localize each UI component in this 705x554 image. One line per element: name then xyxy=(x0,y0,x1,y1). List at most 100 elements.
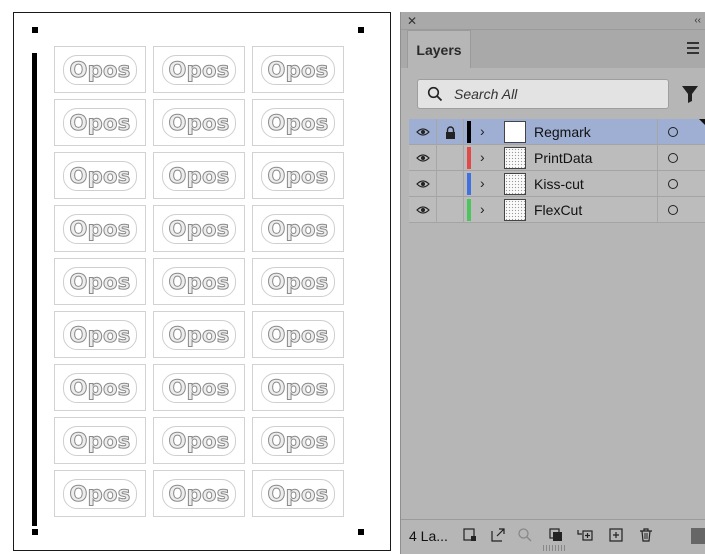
expand-chevron-icon[interactable]: › xyxy=(480,149,485,165)
target-circle-icon xyxy=(668,205,678,215)
tab-layers[interactable]: Layers xyxy=(407,30,471,68)
reg-mark-bottom-right xyxy=(358,529,364,535)
sticker-label: Opos xyxy=(63,266,137,297)
export-icon[interactable] xyxy=(489,526,507,544)
sticker-label: Opos xyxy=(261,54,335,85)
sticker[interactable]: Opos xyxy=(153,417,245,464)
sticker-label: Opos xyxy=(63,160,137,191)
sticker[interactable]: Opos xyxy=(153,258,245,305)
sticker[interactable]: Opos xyxy=(153,311,245,358)
layer-thumbnail xyxy=(504,121,526,143)
target-toggle[interactable] xyxy=(657,197,705,223)
sticker-label: Opos xyxy=(63,54,137,85)
layer-thumbnail xyxy=(504,147,526,169)
sticker[interactable]: Opos xyxy=(252,205,344,252)
sticker-label: Opos xyxy=(162,319,236,350)
reg-mark-top-left xyxy=(32,27,38,33)
layer-row[interactable]: › Kiss-cut xyxy=(409,171,705,197)
sticker[interactable]: Opos xyxy=(54,99,146,146)
create-layer-icon[interactable] xyxy=(607,526,625,544)
target-toggle[interactable] xyxy=(657,119,705,145)
expand-chevron-icon[interactable]: › xyxy=(480,123,485,139)
eye-icon xyxy=(415,206,430,214)
target-circle-icon xyxy=(668,153,678,163)
sticker[interactable]: Opos xyxy=(54,364,146,411)
panel-resize-swatch xyxy=(691,528,705,544)
sticker[interactable]: Opos xyxy=(54,46,146,93)
delete-layer-icon[interactable] xyxy=(637,526,655,544)
collapse-icon[interactable]: ‹‹ xyxy=(694,15,701,26)
sticker[interactable]: Opos xyxy=(54,470,146,517)
target-circle-icon xyxy=(668,127,678,137)
layer-name[interactable]: FlexCut xyxy=(534,202,582,218)
sticker[interactable]: Opos xyxy=(252,364,344,411)
expand-chevron-icon[interactable]: › xyxy=(480,201,485,217)
lock-toggle[interactable] xyxy=(437,145,464,171)
sticker[interactable]: Opos xyxy=(153,470,245,517)
sticker[interactable]: Opos xyxy=(153,46,245,93)
layer-row[interactable]: › PrintData xyxy=(409,145,705,171)
sticker[interactable]: Opos xyxy=(54,311,146,358)
reg-mark-top-right xyxy=(358,27,364,33)
lock-toggle[interactable] xyxy=(437,171,464,197)
layer-color-swatch xyxy=(467,121,471,143)
sticker[interactable]: Opos xyxy=(252,470,344,517)
sticker[interactable]: Opos xyxy=(252,99,344,146)
sticker[interactable]: Opos xyxy=(252,311,344,358)
sticker[interactable]: Opos xyxy=(252,258,344,305)
collect-for-export-icon[interactable] xyxy=(461,526,479,544)
visibility-toggle[interactable] xyxy=(409,145,437,171)
layer-name[interactable]: Kiss-cut xyxy=(534,176,584,192)
layer-name[interactable]: Regmark xyxy=(534,124,591,140)
sticker[interactable]: Opos xyxy=(54,152,146,199)
sticker-label: Opos xyxy=(63,478,137,509)
layer-thumbnail xyxy=(504,199,526,221)
sticker-label: Opos xyxy=(162,160,236,191)
eye-icon xyxy=(415,180,430,188)
sticker[interactable]: Opos xyxy=(252,417,344,464)
visibility-toggle[interactable] xyxy=(409,119,437,145)
locate-object-icon[interactable] xyxy=(516,526,534,544)
visibility-toggle[interactable] xyxy=(409,197,437,223)
artboard[interactable]: Opos Opos Opos Opos Opos Opos Opos Opos Opos Opos… xyxy=(13,12,391,551)
layer-row[interactable]: › Regmark xyxy=(409,119,705,145)
target-toggle[interactable] xyxy=(657,145,705,171)
layer-name[interactable]: PrintData xyxy=(534,150,592,166)
sticker[interactable]: Opos xyxy=(153,99,245,146)
sticker[interactable]: Opos xyxy=(153,364,245,411)
resize-grip[interactable] xyxy=(543,545,567,551)
sticker[interactable]: Opos xyxy=(54,258,146,305)
sticker-label: Opos xyxy=(261,425,335,456)
layer-color-swatch xyxy=(467,147,471,169)
sticker-label: Opos xyxy=(162,107,236,138)
layer-count: 4 La... xyxy=(409,528,448,544)
search-icon xyxy=(427,86,443,102)
expand-chevron-icon[interactable]: › xyxy=(480,175,485,191)
sticker[interactable]: Opos xyxy=(252,46,344,93)
create-sublayer-icon[interactable] xyxy=(576,526,594,544)
lock-toggle[interactable] xyxy=(437,119,464,145)
make-clipping-mask-icon[interactable] xyxy=(547,526,565,544)
sticker[interactable]: Opos xyxy=(153,205,245,252)
sticker[interactable]: Opos xyxy=(153,152,245,199)
layer-row[interactable]: › FlexCut xyxy=(409,197,705,223)
lock-toggle[interactable] xyxy=(437,197,464,223)
sticker[interactable]: Opos xyxy=(54,205,146,252)
layer-list: › Regmark › PrintData › Kiss-cut › FlexC… xyxy=(409,119,705,223)
sticker[interactable]: Opos xyxy=(54,417,146,464)
close-icon[interactable]: ✕ xyxy=(407,14,417,28)
panel-menu-icon[interactable] xyxy=(687,42,699,57)
filter-icon[interactable] xyxy=(681,84,699,104)
sticker-label: Opos xyxy=(162,266,236,297)
search-box[interactable] xyxy=(417,79,669,109)
sticker-label: Opos xyxy=(63,372,137,403)
target-toggle[interactable] xyxy=(657,171,705,197)
target-circle-icon xyxy=(668,179,678,189)
visibility-toggle[interactable] xyxy=(409,171,437,197)
search-input[interactable] xyxy=(454,84,654,104)
layer-color-swatch xyxy=(467,199,471,221)
sticker-label: Opos xyxy=(162,372,236,403)
reg-mark-bottom-left xyxy=(32,529,38,535)
sticker[interactable]: Opos xyxy=(252,152,344,199)
eye-icon xyxy=(415,154,430,162)
